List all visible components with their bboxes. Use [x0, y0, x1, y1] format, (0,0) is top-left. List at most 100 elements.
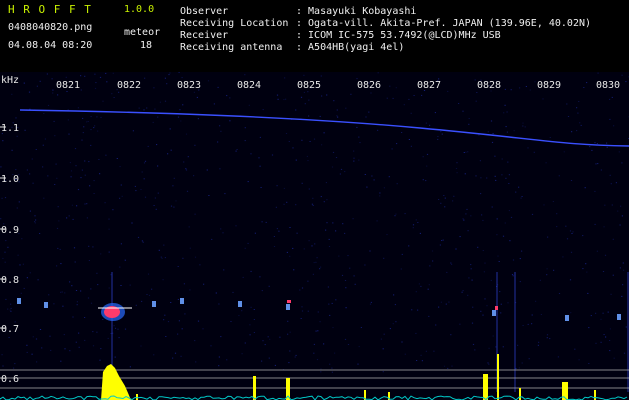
noise-pixel [491, 141, 494, 143]
noise-pixel [11, 149, 13, 151]
noise-pixel [62, 305, 64, 307]
noise-pixel [579, 122, 581, 124]
noise-pixel [117, 328, 119, 330]
noise-pixel [82, 117, 84, 119]
noise-pixel [41, 347, 43, 349]
noise-pixel [507, 161, 509, 163]
noise-pixel [623, 269, 625, 271]
noise-pixel [29, 272, 31, 274]
meteor-count: 18 [140, 40, 153, 51]
noise-pixel [446, 271, 448, 273]
noise-pixel [491, 206, 493, 208]
noise-pixel [392, 323, 394, 325]
noise-pixel [441, 240, 443, 241]
noise-pixel [474, 349, 476, 351]
noise-pixel [468, 277, 470, 279]
noise-pixel [585, 263, 587, 265]
noise-pixel [597, 163, 599, 165]
noise-pixel [161, 257, 163, 259]
noise-pixel [29, 210, 31, 212]
noise-pixel [455, 168, 458, 169]
meteor-echo-small [287, 300, 291, 303]
noise-pixel [521, 250, 523, 252]
noise-pixel [597, 72, 599, 74]
noise-pixel [316, 257, 318, 259]
noise-pixel [164, 257, 166, 259]
noise-pixel [350, 93, 352, 95]
noise-pixel [262, 109, 264, 111]
noise-pixel [92, 246, 94, 248]
noise-pixel [28, 91, 31, 93]
noise-pixel [396, 183, 398, 185]
noise-pixel [289, 350, 291, 352]
noise-pixel [64, 292, 66, 294]
noise-pixel [525, 86, 527, 87]
y-tick-label: 0.7 [1, 324, 20, 335]
noise-pixel [353, 160, 355, 162]
noise-pixel [147, 145, 149, 147]
noise-pixel [341, 274, 344, 276]
noise-pixel [417, 309, 419, 311]
noise-pixel [236, 149, 238, 150]
noise-pixel [144, 196, 147, 198]
noise-pixel [146, 107, 148, 109]
noise-pixel [295, 109, 297, 111]
noise-pixel [185, 133, 188, 135]
noise-pixel [156, 144, 158, 146]
noise-pixel [16, 135, 18, 137]
noise-pixel [177, 299, 179, 300]
noise-pixel [332, 222, 334, 224]
noise-pixel [431, 250, 434, 252]
noise-pixel [247, 242, 249, 244]
noise-pixel [174, 352, 177, 354]
noise-pixel [268, 357, 270, 359]
noise-pixel [533, 151, 535, 153]
noise-pixel [570, 180, 573, 181]
meteor-echo-small [617, 314, 621, 320]
noise-pixel [319, 115, 321, 117]
noise-pixel [306, 155, 308, 157]
x-tick-label: 0826 [357, 80, 382, 91]
noise-pixel [441, 133, 443, 135]
noise-pixel [334, 352, 336, 354]
y-axis-unit: kHz [1, 75, 20, 86]
noise-pixel [426, 153, 429, 155]
noise-pixel [10, 310, 12, 312]
noise-pixel [75, 290, 78, 291]
noise-pixel [447, 367, 449, 369]
noise-pixel [183, 161, 185, 163]
noise-pixel [312, 197, 314, 199]
noise-pixel [105, 154, 107, 156]
noise-pixel [604, 204, 606, 206]
noise-pixel [235, 225, 237, 227]
noise-pixel [383, 257, 385, 259]
noise-pixel [77, 107, 79, 109]
noise-pixel [36, 85, 38, 87]
noise-pixel [90, 116, 92, 118]
noise-pixel [582, 235, 584, 237]
noise-pixel [70, 176, 72, 178]
noise-pixel [244, 140, 246, 142]
noise-pixel [93, 180, 95, 182]
info-antenna-value: : A504HB(yagi 4el) [296, 42, 405, 53]
noise-pixel [519, 258, 521, 260]
noise-pixel [111, 93, 113, 95]
noise-pixel [602, 312, 604, 314]
x-tick-label: 0825 [297, 80, 322, 91]
noise-pixel [540, 314, 542, 315]
app-version: 1.0.0 [124, 4, 155, 15]
noise-pixel [90, 302, 93, 304]
noise-pixel [595, 312, 597, 314]
noise-pixel [506, 131, 508, 133]
noise-pixel [60, 291, 62, 293]
noise-pixel [496, 234, 498, 236]
noise-pixel [326, 94, 328, 96]
noise-pixel [47, 175, 49, 177]
noise-pixel [299, 289, 301, 291]
noise-pixel [389, 85, 391, 87]
noise-pixel [5, 298, 7, 300]
meteor-label: meteor [124, 27, 161, 38]
noise-pixel [292, 247, 294, 249]
noise-pixel [451, 365, 453, 367]
noise-pixel [262, 340, 264, 342]
